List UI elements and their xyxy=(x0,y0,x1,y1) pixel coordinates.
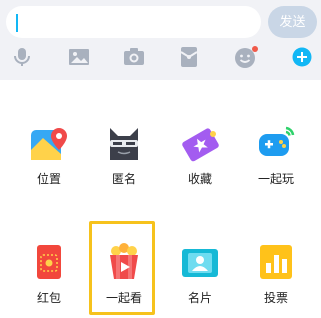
grid-item-vote[interactable]: 投票 xyxy=(246,243,306,313)
plus-icon xyxy=(292,47,312,67)
notification-dot xyxy=(252,46,258,52)
grid-item-red-packet[interactable]: 红包 xyxy=(19,243,79,313)
business-card-icon xyxy=(182,249,218,277)
camera-button[interactable] xyxy=(119,42,149,72)
grid-item-business-card[interactable]: 名片 xyxy=(170,243,230,313)
favorites-icon xyxy=(182,128,219,162)
grid-item-label: 匿名 xyxy=(111,172,136,186)
red-envelope-icon xyxy=(37,245,61,279)
emoji-button[interactable] xyxy=(232,42,262,72)
more-button[interactable] xyxy=(287,42,317,72)
grid-item-play-together[interactable]: 一起玩 xyxy=(246,124,306,194)
message-input[interactable] xyxy=(6,6,261,38)
input-bar: 发送 xyxy=(0,0,321,78)
toolbar xyxy=(0,42,321,72)
grid-item-label: 红包 xyxy=(36,291,61,305)
red-packet-icon xyxy=(180,47,198,67)
camera-icon xyxy=(124,48,144,65)
grid-item-label: 名片 xyxy=(187,291,212,305)
text-cursor xyxy=(16,14,18,32)
selection-highlight xyxy=(89,221,155,315)
location-icon xyxy=(31,128,67,160)
gamepad-icon xyxy=(259,126,295,156)
anonymous-cat-icon xyxy=(110,128,138,160)
emoji-icon xyxy=(235,46,258,68)
send-button[interactable]: 发送 xyxy=(268,6,317,38)
grid-item-label: 投票 xyxy=(263,291,288,305)
grid-item-anonymous[interactable]: 匿名 xyxy=(94,124,154,194)
grid-item-location[interactable]: 位置 xyxy=(19,124,79,194)
image-button[interactable] xyxy=(64,42,94,72)
grid-item-label: 位置 xyxy=(36,172,61,186)
image-icon xyxy=(69,49,89,65)
grid-item-favorites[interactable]: 收藏 xyxy=(170,124,230,194)
microphone-icon xyxy=(14,48,30,66)
grid-item-label: 一起玩 xyxy=(257,172,294,186)
microphone-button[interactable] xyxy=(7,42,37,72)
red-packet-button[interactable] xyxy=(174,42,204,72)
grid-item-label: 收藏 xyxy=(187,172,212,186)
vote-chart-icon xyxy=(260,245,292,279)
